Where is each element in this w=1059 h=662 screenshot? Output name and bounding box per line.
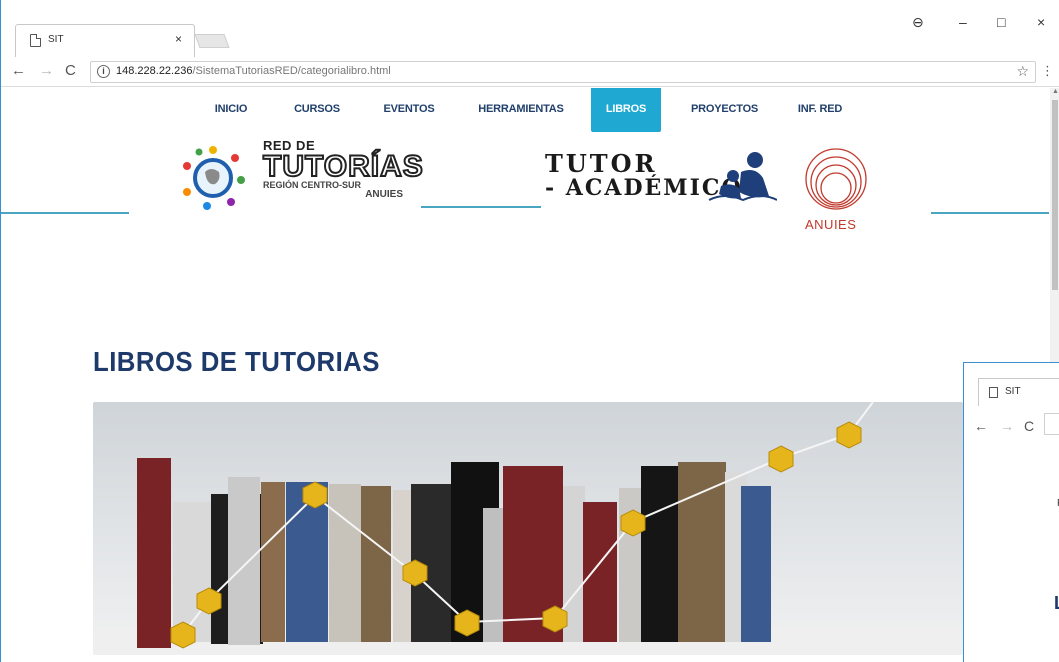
close-window-button[interactable]: ×: [1037, 14, 1045, 30]
maximize-button[interactable]: □: [997, 14, 1005, 30]
scrollbar-thumb[interactable]: [1052, 100, 1058, 290]
books-chart-illustration: [93, 402, 963, 655]
reload-icon[interactable]: C: [1024, 418, 1034, 434]
second-window-tab-title: SIT: [1005, 386, 1021, 397]
reading-figures-icon: [708, 152, 777, 202]
divider-line: [1, 212, 129, 214]
back-arrow-icon[interactable]: ←: [11, 62, 26, 79]
nav-item-cursos[interactable]: CURSOS: [292, 88, 342, 132]
nav-item-libros[interactable]: LIBROS: [591, 88, 661, 132]
menu-kebab-icon[interactable]: ⋮: [1041, 63, 1054, 79]
red-tutorias-logo-text: RED DE TUTORÍAS REGIÓN CENTRO-SUR ANUIES: [262, 138, 424, 200]
tab-title: SIT: [48, 34, 64, 45]
anuies-logo-icon: [805, 148, 867, 210]
second-browser-window[interactable]: SIT ← → C F L: [963, 362, 1059, 662]
divider-line: [931, 212, 1049, 214]
nav-item-inf-red[interactable]: INF. RED: [795, 88, 845, 132]
nav-item-eventos[interactable]: EVENTOS: [383, 88, 435, 132]
back-arrow-icon[interactable]: ←: [974, 418, 988, 434]
page-icon: [30, 34, 41, 47]
browser-tab[interactable]: SIT ×: [15, 24, 195, 57]
page-icon: [989, 387, 998, 398]
second-window-address-bar[interactable]: [1044, 413, 1059, 435]
browser-window: SIT × ⊖ – □ × ← → C i 148.228.22.236/Sis…: [0, 0, 1059, 662]
divider-line: [421, 206, 541, 208]
logo-line-2: TUTORÍAS: [262, 150, 424, 183]
profile-icon[interactable]: ⊖: [912, 14, 924, 31]
page-title: LIBROS DE TUTORIAS: [93, 346, 380, 377]
url-text: 148.228.22.236/SistemaTutoriasRED/catego…: [116, 65, 391, 77]
forward-arrow-icon[interactable]: →: [1000, 418, 1014, 434]
nav-item-proyectos[interactable]: PROYECTOS: [691, 88, 758, 132]
partial-heading: L: [1054, 593, 1059, 614]
page-viewport: INICIO CURSOS EVENTOS HERRAMIENTAS LIBRO…: [1, 88, 1049, 662]
new-tab-button[interactable]: [194, 34, 230, 48]
bookmark-star-icon[interactable]: ☆: [1016, 63, 1029, 80]
tab-close-icon[interactable]: ×: [175, 32, 182, 46]
title-bar: SIT × ⊖ – □ ×: [1, 0, 1059, 57]
nav-item-inicio[interactable]: INICIO: [208, 88, 254, 132]
info-icon[interactable]: i: [97, 65, 110, 78]
browser-toolbar: ← → C i 148.228.22.236/SistemaTutoriasRE…: [1, 57, 1059, 87]
reload-icon[interactable]: C: [65, 62, 76, 79]
site-nav: INICIO CURSOS EVENTOS HERRAMIENTAS LIBRO…: [1, 88, 1049, 132]
minimize-button[interactable]: –: [959, 14, 967, 30]
logo-line-4: ANUIES: [365, 189, 403, 200]
nav-item-herramientas[interactable]: HERRAMIENTAS: [476, 88, 566, 132]
red-tutorias-logo-icon: [183, 146, 245, 210]
anuies-logo-text: ANUIES: [805, 217, 857, 232]
scroll-up-icon[interactable]: ▲: [1052, 88, 1059, 95]
hero-books-image: [93, 402, 963, 655]
forward-arrow-icon[interactable]: →: [39, 62, 54, 79]
second-window-tab[interactable]: SIT: [978, 378, 1059, 406]
address-bar[interactable]: i 148.228.22.236/SistemaTutoriasRED/cate…: [90, 61, 1036, 83]
